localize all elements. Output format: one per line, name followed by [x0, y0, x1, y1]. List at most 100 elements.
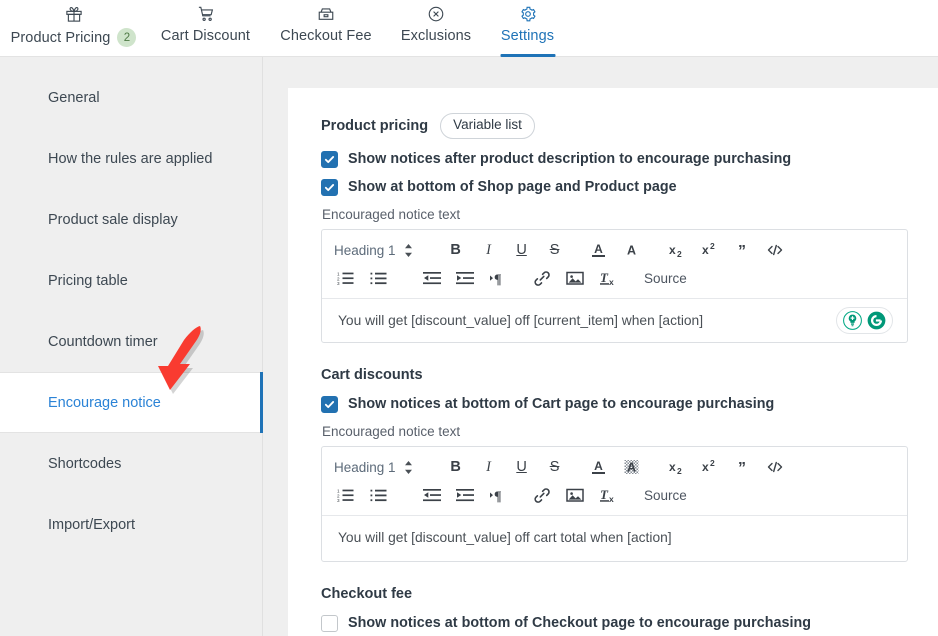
- blockquote-icon[interactable]: ”: [730, 238, 754, 262]
- text-direction-rtl-icon[interactable]: ¶: [486, 483, 510, 507]
- cart-discounts-editor: Heading 1 B I U S A A x 2 x 2 ” 1 2 3 ¶ …: [321, 445, 908, 562]
- editor-toolbar-row-2: 1 2 3 ¶ T x Source: [334, 483, 895, 508]
- underline-icon[interactable]: U: [510, 238, 534, 262]
- strikethrough-icon[interactable]: S: [543, 238, 567, 262]
- editor-helper-buttons: [836, 306, 893, 334]
- remove-format-icon[interactable]: T x: [596, 483, 620, 507]
- source-code-icon[interactable]: [763, 455, 787, 479]
- text-color-icon[interactable]: A: [587, 238, 611, 262]
- increase-indent-icon[interactable]: [453, 266, 477, 290]
- sidebar-item-import-export[interactable]: Import/Export: [0, 494, 262, 555]
- blockquote-icon[interactable]: ”: [730, 455, 754, 479]
- sidebar-item-pricing-table[interactable]: Pricing table: [0, 250, 262, 311]
- increase-indent-icon[interactable]: [453, 483, 477, 507]
- sidebar-item-how-the-rules-are-applied[interactable]: How the rules are applied: [0, 128, 262, 189]
- tab-exclusions[interactable]: Exclusions: [388, 0, 484, 57]
- subscript-icon[interactable]: x 2: [664, 455, 688, 479]
- sidebar-item-product-sale-display[interactable]: Product sale display: [0, 189, 262, 250]
- text-background-color-icon[interactable]: A: [620, 238, 644, 262]
- cart-discounts-editor-body[interactable]: You will get [discount_value] off cart t…: [322, 516, 907, 561]
- checkout-fee-section-title: Checkout fee: [321, 585, 413, 602]
- refresh-icon[interactable]: [867, 311, 886, 330]
- variable-list-button[interactable]: Variable list: [440, 113, 535, 139]
- source-code-icon[interactable]: [763, 238, 787, 262]
- svg-text:x: x: [702, 243, 709, 257]
- svg-text:2: 2: [677, 249, 682, 259]
- text-direction-rtl-icon[interactable]: ¶: [486, 266, 510, 290]
- checkbox-label: Show notices after product description t…: [348, 151, 792, 168]
- svg-text:2: 2: [710, 458, 715, 468]
- checkbox-row-show-bottom-checkout[interactable]: Show notices at bottom of Checkout page …: [321, 614, 908, 632]
- sidebar-item-label: Product sale display: [48, 211, 178, 228]
- text-color-icon[interactable]: A: [587, 455, 611, 479]
- text-background-color-transparent-icon[interactable]: A: [620, 455, 644, 479]
- tab-label: Exclusions: [400, 28, 472, 44]
- tab-checkout-fee[interactable]: Checkout Fee: [264, 0, 388, 57]
- lightbulb-icon[interactable]: [843, 310, 862, 330]
- decrease-indent-icon[interactable]: [420, 266, 444, 290]
- updown-arrow-icon: [404, 460, 412, 474]
- product-pricing-section-header: Product pricing Variable list: [321, 113, 908, 139]
- tab-cart-discount[interactable]: Cart Discount: [147, 0, 264, 57]
- svg-text:x: x: [669, 243, 676, 257]
- image-icon[interactable]: [563, 266, 587, 290]
- tab-settings[interactable]: Settings: [484, 0, 571, 57]
- italic-icon[interactable]: I: [477, 455, 501, 479]
- superscript-icon[interactable]: x 2: [697, 455, 721, 479]
- paragraph-format-select[interactable]: Heading 1: [334, 460, 415, 475]
- settings-sidebar: General How the rules are applied Produc…: [0, 57, 263, 636]
- svg-text:3: 3: [337, 282, 340, 287]
- product-pricing-editor-body[interactable]: You will get [discount_value] off [curre…: [322, 299, 907, 342]
- product-pricing-editor: Heading 1 B I U S A A x 2 x 2 ” 1 2 3 ¶ …: [321, 228, 908, 343]
- tab-product-pricing[interactable]: Product Pricing 2: [0, 0, 147, 57]
- bold-icon[interactable]: B: [444, 238, 468, 262]
- app-root: Product Pricing 2 Cart Discount Checkout…: [0, 0, 938, 636]
- sidebar-item-general[interactable]: General: [0, 67, 262, 128]
- link-icon[interactable]: [530, 483, 554, 507]
- bulleted-list-icon[interactable]: [367, 483, 391, 507]
- paragraph-format-select[interactable]: Heading 1: [334, 243, 415, 258]
- italic-icon[interactable]: I: [477, 238, 501, 262]
- paragraph-format-value: Heading 1: [334, 459, 396, 475]
- svg-text:3: 3: [337, 499, 340, 504]
- svg-text:x: x: [669, 460, 676, 474]
- numbered-list-icon[interactable]: 1 2 3: [334, 483, 358, 507]
- editor-toolbar-row-1: Heading 1 B I U S A A x 2 x 2 ”: [334, 238, 895, 263]
- updown-arrow-icon: [404, 243, 412, 257]
- sidebar-item-encourage-notice[interactable]: Encourage notice: [0, 372, 263, 433]
- strikethrough-icon[interactable]: S: [543, 455, 567, 479]
- paragraph-format-value: Heading 1: [334, 242, 396, 258]
- superscript-icon[interactable]: x 2: [697, 238, 721, 262]
- source-button[interactable]: Source: [640, 488, 691, 503]
- svg-text:A: A: [594, 242, 603, 256]
- checkbox-show-bottom-cart[interactable]: [321, 395, 338, 413]
- editor-content-text: You will get [discount_value] off cart t…: [338, 529, 672, 545]
- subscript-icon[interactable]: x 2: [664, 238, 688, 262]
- sidebar-item-countdown-timer[interactable]: Countdown timer: [0, 311, 262, 372]
- checkbox-label: Show notices at bottom of Checkout page …: [348, 615, 812, 632]
- remove-format-icon[interactable]: T x: [596, 266, 620, 290]
- checkbox-row-show-bottom-shop-product[interactable]: Show at bottom of Shop page and Product …: [321, 178, 908, 196]
- checkbox-show-after-product-description[interactable]: [321, 150, 338, 168]
- svg-text:x: x: [609, 494, 614, 504]
- checkbox-show-bottom-checkout[interactable]: [321, 614, 338, 632]
- bold-icon[interactable]: B: [444, 455, 468, 479]
- sidebar-item-label: Countdown timer: [48, 333, 158, 350]
- sidebar-item-label: General: [48, 89, 100, 106]
- source-button[interactable]: Source: [640, 271, 691, 286]
- sidebar-item-shortcodes[interactable]: Shortcodes: [0, 433, 262, 494]
- sidebar-item-label: Shortcodes: [48, 455, 122, 472]
- checkbox-show-bottom-shop-product[interactable]: [321, 178, 338, 196]
- numbered-list-icon[interactable]: 1 2 3: [334, 266, 358, 290]
- checkbox-row-show-bottom-cart[interactable]: Show notices at bottom of Cart page to e…: [321, 395, 908, 413]
- link-icon[interactable]: [530, 266, 554, 290]
- underline-icon[interactable]: U: [510, 455, 534, 479]
- sidebar-item-label: How the rules are applied: [48, 150, 213, 167]
- checkbox-row-show-after-product-description[interactable]: Show notices after product description t…: [321, 150, 908, 168]
- svg-text:2: 2: [677, 466, 682, 476]
- image-icon[interactable]: [563, 483, 587, 507]
- decrease-indent-icon[interactable]: [420, 483, 444, 507]
- gear-icon: [519, 3, 537, 25]
- cart-notice-text-label: Encouraged notice text: [322, 423, 461, 439]
- bulleted-list-icon[interactable]: [367, 266, 391, 290]
